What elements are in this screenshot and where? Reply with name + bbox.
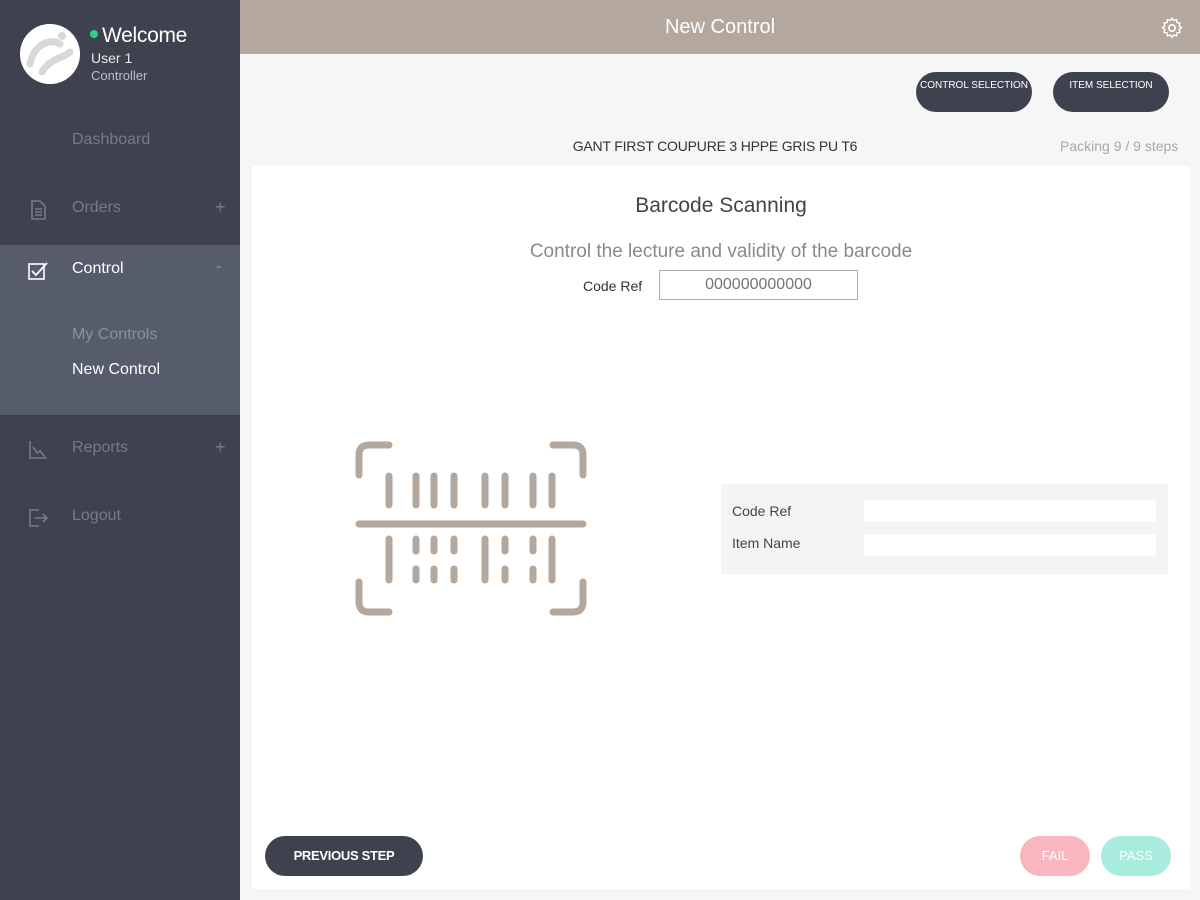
company-logo-icon — [20, 24, 80, 84]
scan-card: Barcode Scanning Control the lecture and… — [252, 166, 1190, 889]
expand-icon[interactable]: + — [215, 437, 226, 458]
info-item-name-label: Item Name — [732, 535, 801, 551]
online-status-icon — [90, 30, 98, 38]
welcome-label: Welcome — [102, 24, 188, 47]
user-role: Controller — [91, 68, 148, 83]
avatar — [20, 24, 80, 84]
gear-icon[interactable] — [1160, 16, 1184, 40]
code-ref-label: Code Ref — [583, 278, 643, 294]
info-code-ref-value — [864, 500, 1156, 522]
control-selection-button[interactable]: CONTROL SELECTION — [916, 72, 1032, 112]
sidebar-subitem-my-controls[interactable]: My Controls — [72, 326, 157, 344]
product-name: GANT FIRST COUPURE 3 HPPE GRIS PU T6 — [572, 138, 858, 154]
expand-icon[interactable]: + — [215, 197, 226, 218]
sidebar-section-control: Control - My Controls New Control — [0, 245, 240, 415]
document-icon — [31, 200, 46, 220]
sidebar-item-label: Orders — [72, 199, 121, 216]
sidebar-item-control[interactable]: Control - — [0, 245, 240, 295]
checklist-icon — [28, 262, 48, 280]
item-info-panel: Code Ref Item Name — [721, 484, 1168, 574]
info-code-ref-label: Code Ref — [732, 503, 792, 519]
sidebar-item-dashboard[interactable]: Dashboard — [0, 119, 240, 163]
page-title: New Control — [664, 16, 776, 38]
sidebar-subitem-new-control[interactable]: New Control — [72, 361, 160, 379]
sidebar-item-logout[interactable]: Logout — [0, 495, 240, 539]
barcode-scanner-icon — [355, 441, 587, 616]
username: User 1 — [91, 50, 133, 66]
code-ref-input[interactable] — [659, 270, 858, 300]
pass-button[interactable]: PASS — [1101, 836, 1171, 876]
section-title: Barcode Scanning — [635, 194, 807, 217]
welcome-text: Welcome — [90, 24, 187, 48]
main-content: CONTROL SELECTION ITEM SELECTION GANT FI… — [240, 54, 1200, 900]
info-item-name-value — [864, 534, 1156, 556]
sidebar-item-label: Logout — [72, 507, 121, 524]
sidebar-item-orders[interactable]: Orders + — [0, 187, 240, 231]
section-subtitle: Control the lecture and validity of the … — [529, 241, 913, 262]
logout-icon — [29, 509, 49, 527]
header-bar: New Control — [240, 0, 1200, 54]
sidebar-item-reports[interactable]: Reports + — [0, 427, 240, 471]
fail-button[interactable]: FAIL — [1020, 836, 1090, 876]
sidebar-item-label: Control — [72, 260, 124, 277]
chart-icon — [29, 441, 47, 459]
previous-step-button[interactable]: PREVIOUS STEP — [265, 836, 423, 876]
user-profile: Welcome User 1 Controller — [20, 22, 230, 92]
sidebar-item-label: Reports — [72, 439, 129, 456]
sidebar: Welcome User 1 Controller Dashboard Orde… — [0, 0, 240, 900]
item-selection-button[interactable]: ITEM SELECTION — [1053, 72, 1169, 112]
sidebar-item-label: Dashboard — [72, 131, 151, 148]
collapse-icon[interactable]: - — [216, 258, 221, 276]
step-progress: Packing 9 / 9 steps — [1060, 138, 1179, 154]
